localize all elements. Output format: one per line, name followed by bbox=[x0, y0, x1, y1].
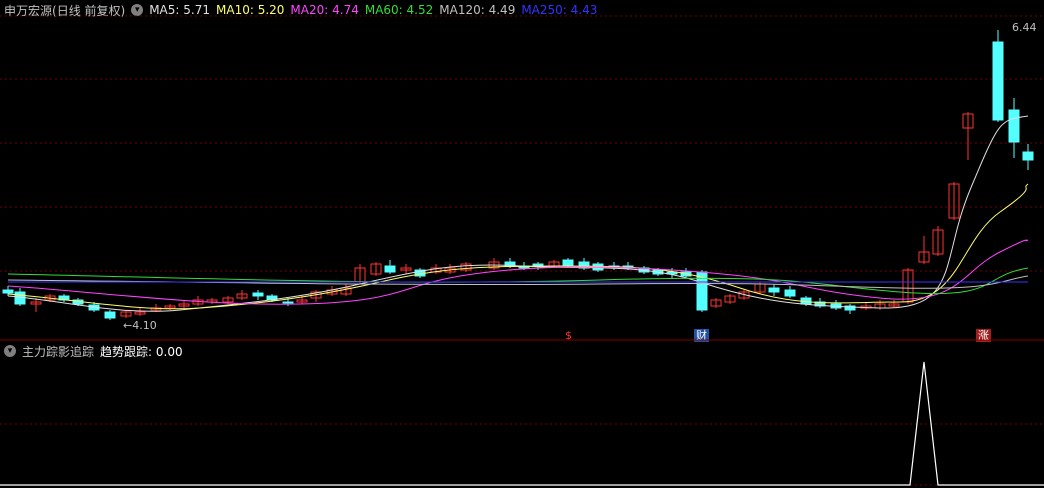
candle-body bbox=[2, 289, 14, 294]
candle-body bbox=[384, 265, 396, 273]
candle-body bbox=[768, 287, 780, 293]
candle-body bbox=[252, 292, 264, 297]
ma20-line bbox=[7, 239, 1029, 305]
stock-chart[interactable] bbox=[0, 0, 1044, 488]
candle-body bbox=[784, 289, 796, 297]
candle-body bbox=[562, 259, 574, 267]
moving-average-lines bbox=[7, 115, 1029, 312]
candle-body bbox=[992, 41, 1004, 121]
candle-body bbox=[104, 311, 116, 319]
grid-lines bbox=[0, 15, 1044, 486]
candlesticks bbox=[2, 30, 1034, 320]
candle-body bbox=[1022, 151, 1034, 161]
ma60-line bbox=[7, 267, 1029, 295]
candle-body bbox=[282, 301, 294, 304]
candle-body bbox=[1008, 109, 1020, 143]
